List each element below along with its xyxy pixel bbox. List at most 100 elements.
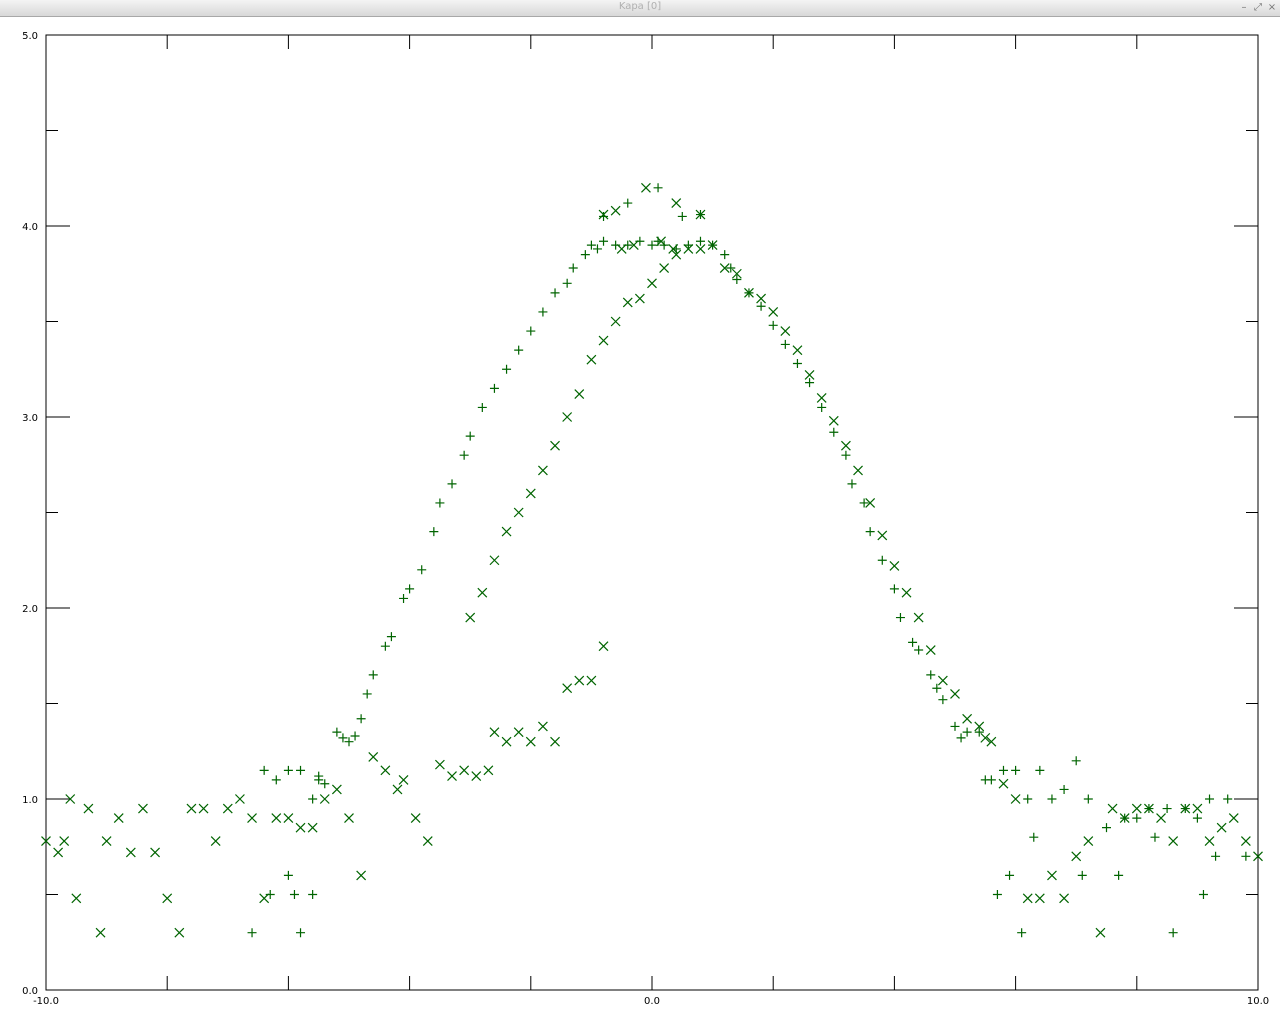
data-point-cross bbox=[525, 736, 536, 747]
data-point-plus bbox=[914, 645, 924, 655]
data-point-cross bbox=[319, 794, 330, 804]
data-point-cross bbox=[840, 440, 851, 451]
data-point-cross bbox=[853, 465, 863, 476]
data-point-cross bbox=[780, 326, 791, 336]
data-point-plus bbox=[768, 320, 778, 330]
data-point-plus bbox=[296, 765, 306, 775]
data-point-cross bbox=[489, 727, 500, 738]
data-point-plus bbox=[429, 527, 439, 537]
data-point-cross bbox=[477, 587, 488, 598]
x-tick-label: 10.0 bbox=[1247, 996, 1269, 1007]
data-point-cross bbox=[671, 198, 682, 209]
data-point-cross bbox=[998, 778, 1009, 789]
data-point-cross bbox=[356, 870, 367, 881]
data-point-plus bbox=[986, 775, 996, 785]
data-point-plus bbox=[1035, 765, 1045, 775]
data-point-plus bbox=[932, 683, 942, 693]
data-point-cross bbox=[574, 389, 585, 400]
x-tick-label: -10.0 bbox=[33, 996, 59, 1007]
data-point-plus bbox=[1077, 870, 1087, 880]
data-point-plus bbox=[780, 339, 790, 349]
data-point-plus bbox=[1241, 851, 1251, 861]
data-point-plus bbox=[538, 307, 548, 317]
data-point-plus bbox=[526, 326, 536, 336]
data-point-plus bbox=[1205, 794, 1215, 804]
data-point-plus bbox=[847, 479, 857, 489]
minimize-icon[interactable]: – bbox=[1238, 1, 1250, 14]
data-point-cross bbox=[295, 822, 306, 833]
data-point-plus bbox=[417, 565, 427, 575]
y-tick-label: 1.0 bbox=[22, 795, 38, 806]
data-point-cross bbox=[368, 752, 379, 762]
close-icon[interactable]: × bbox=[1266, 1, 1278, 14]
data-point-plus bbox=[289, 890, 299, 899]
data-point-plus bbox=[611, 240, 621, 250]
data-point-cross bbox=[622, 297, 633, 308]
data-point-plus bbox=[938, 695, 948, 705]
data-point-plus bbox=[332, 727, 342, 737]
data-point-cross bbox=[913, 612, 924, 623]
plot-points bbox=[41, 182, 1263, 938]
data-point-cross bbox=[83, 803, 94, 814]
data-point-cross bbox=[465, 612, 476, 623]
data-point-plus bbox=[841, 450, 851, 460]
data-point-cross bbox=[1059, 893, 1070, 904]
y-tick-label: 0.0 bbox=[22, 986, 38, 997]
data-point-plus bbox=[514, 345, 524, 355]
data-point-cross bbox=[616, 243, 627, 254]
data-point-plus bbox=[599, 211, 609, 221]
data-point-cross bbox=[59, 836, 70, 846]
data-point-cross bbox=[1216, 822, 1227, 833]
data-point-cross bbox=[610, 205, 621, 216]
data-point-cross bbox=[889, 561, 900, 571]
data-point-plus bbox=[283, 870, 293, 880]
data-point-cross bbox=[574, 675, 585, 686]
data-point-plus bbox=[338, 733, 348, 743]
data-point-cross bbox=[186, 803, 197, 814]
data-point-cross bbox=[398, 774, 409, 785]
data-point-cross bbox=[162, 893, 173, 904]
data-point-plus bbox=[1211, 851, 1221, 861]
data-point-cross bbox=[1022, 893, 1033, 904]
data-point-cross bbox=[525, 488, 536, 499]
data-point-cross bbox=[537, 721, 548, 732]
data-point-cross bbox=[53, 847, 64, 858]
data-point-plus bbox=[1114, 870, 1124, 880]
data-point-cross bbox=[198, 803, 209, 814]
data-point-plus bbox=[998, 765, 1008, 775]
data-point-plus bbox=[259, 765, 269, 775]
data-point-plus bbox=[580, 250, 590, 260]
data-point-plus bbox=[350, 731, 360, 741]
data-point-cross bbox=[471, 771, 482, 782]
data-point-plus bbox=[956, 733, 966, 743]
data-point-cross bbox=[259, 893, 270, 904]
data-point-plus bbox=[1198, 890, 1208, 899]
data-point-cross bbox=[792, 345, 803, 356]
data-point-cross bbox=[150, 847, 161, 858]
data-point-cross bbox=[816, 392, 827, 403]
data-point-cross bbox=[1107, 803, 1118, 814]
data-point-plus bbox=[695, 236, 705, 246]
data-point-cross bbox=[125, 847, 136, 858]
data-point-cross bbox=[138, 803, 148, 814]
data-point-plus bbox=[386, 632, 396, 642]
data-point-cross bbox=[447, 771, 457, 782]
data-point-cross bbox=[598, 641, 609, 652]
data-point-cross bbox=[634, 293, 645, 304]
data-point-cross bbox=[271, 813, 282, 824]
data-point-cross bbox=[828, 415, 839, 426]
data-point-plus bbox=[635, 236, 645, 246]
data-point-cross bbox=[113, 813, 124, 824]
data-point-cross bbox=[598, 335, 609, 346]
y-tick-label: 4.0 bbox=[22, 222, 38, 233]
data-point-plus bbox=[1162, 804, 1172, 814]
data-point-plus bbox=[720, 250, 730, 260]
data-point-cross bbox=[980, 732, 991, 743]
data-point-cross bbox=[562, 412, 573, 422]
data-point-cross bbox=[210, 836, 221, 846]
window-titlebar[interactable]: Kapa [0] – ⤢ × bbox=[0, 0, 1280, 17]
data-point-cross bbox=[647, 278, 657, 289]
data-point-plus bbox=[465, 431, 475, 441]
maximize-icon[interactable]: ⤢ bbox=[1252, 1, 1264, 14]
data-point-plus bbox=[647, 240, 657, 250]
